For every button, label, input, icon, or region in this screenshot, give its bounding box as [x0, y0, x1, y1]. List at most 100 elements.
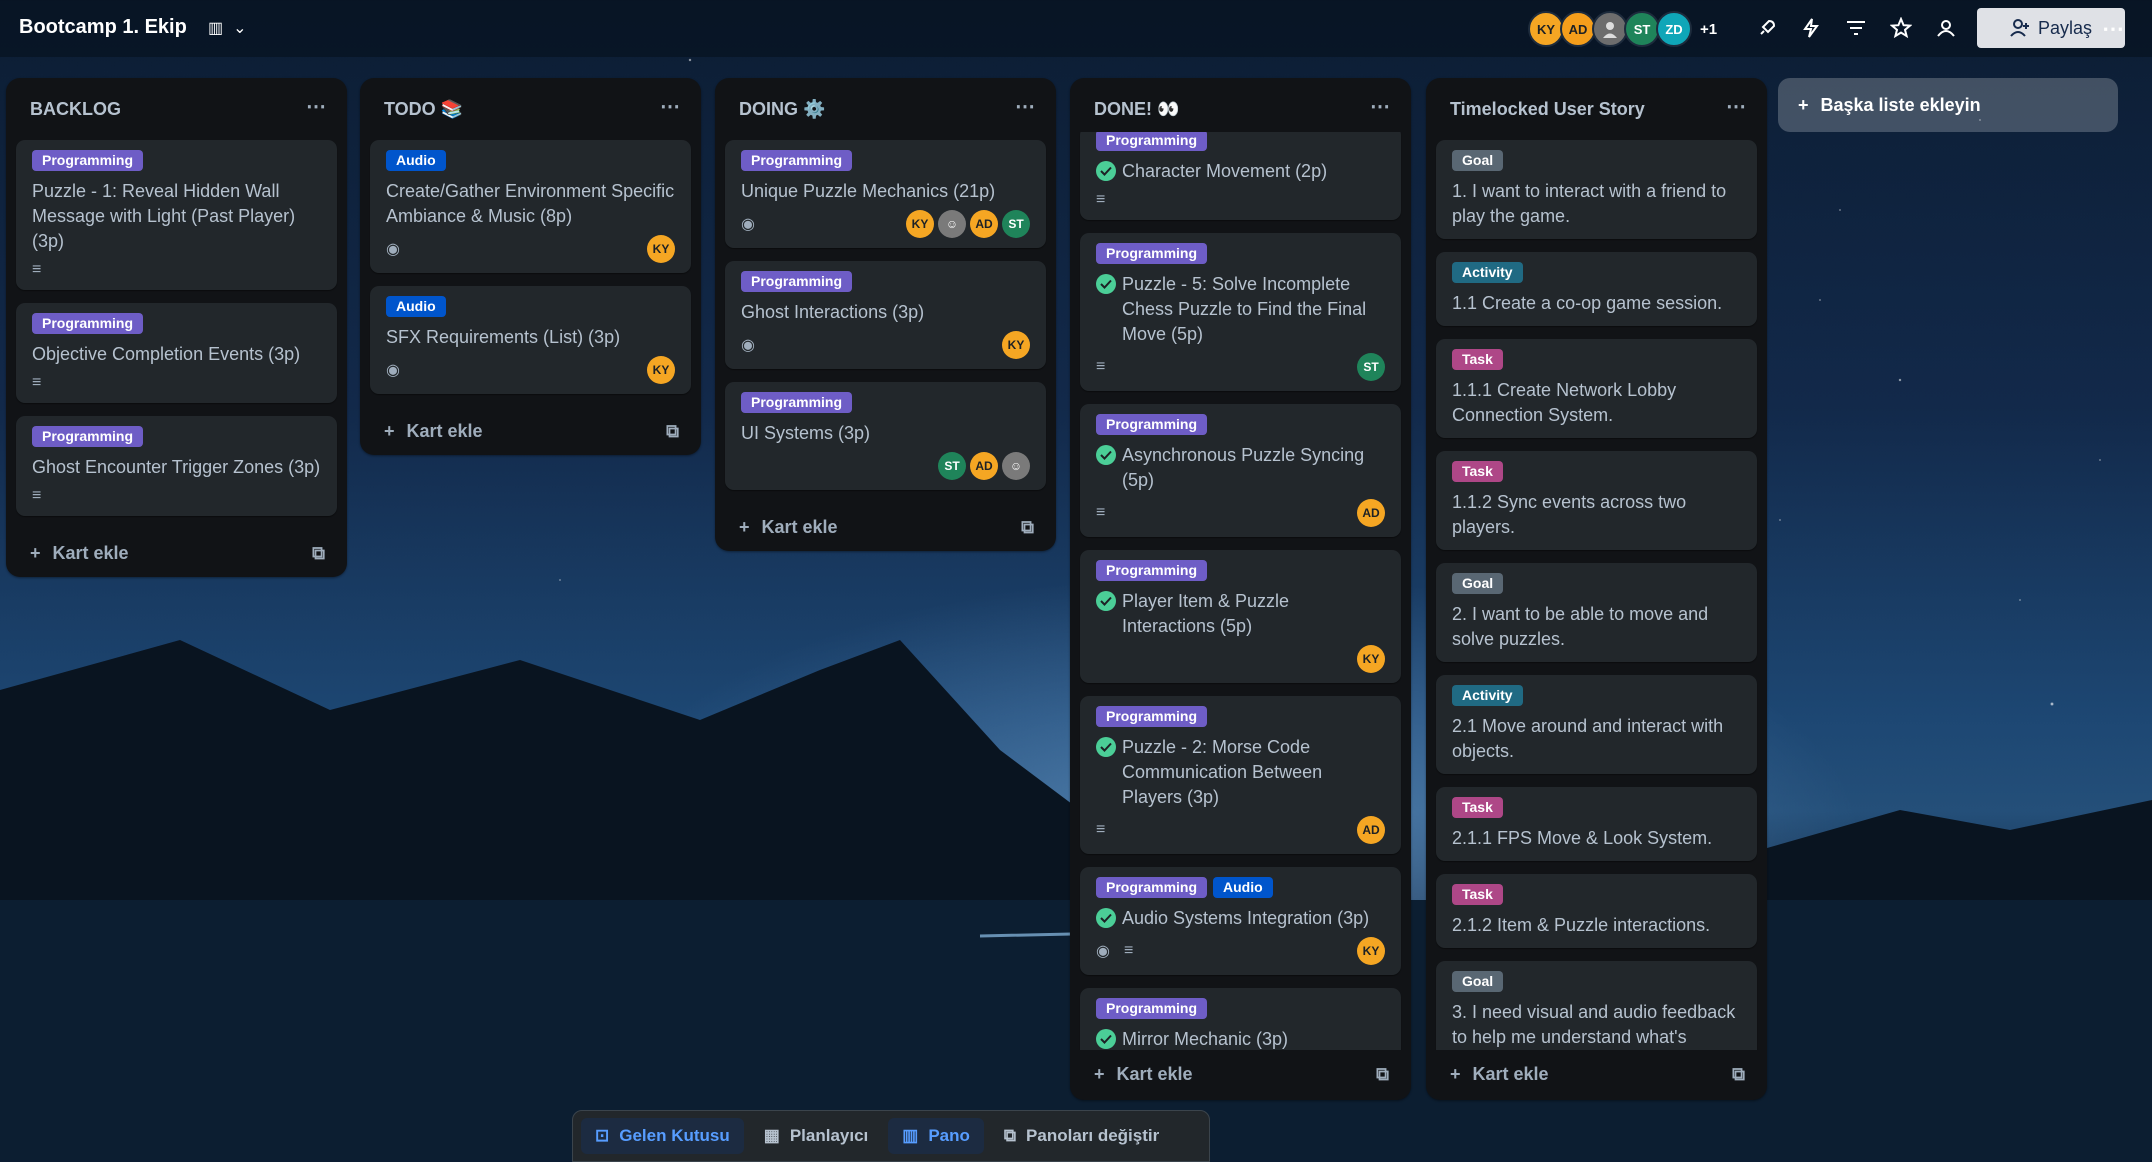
card-template-icon[interactable]: ⧉	[1732, 1064, 1745, 1085]
card-label: Programming	[32, 313, 144, 334]
list-title[interactable]: BACKLOG	[30, 99, 121, 120]
list-scroll-area[interactable]: Goal 1. I want to interact with a friend…	[1426, 140, 1767, 1050]
card[interactable]: Programming Ghost Interactions (3p) ◉ KY	[725, 261, 1046, 369]
list-menu-icon[interactable]: ⋯	[660, 94, 681, 119]
lightning-icon[interactable]	[1798, 15, 1824, 41]
card[interactable]: Programming Ghost Encounter Trigger Zone…	[16, 416, 337, 516]
list-title[interactable]: DOING ⚙️	[739, 99, 825, 120]
card[interactable]: Audio SFX Requirements (List) (3p) ◉ KY	[370, 286, 691, 394]
member-avatar[interactable]: KY	[1357, 937, 1385, 965]
list-title[interactable]: Timelocked User Story	[1450, 99, 1645, 120]
nav-planner[interactable]: ▦ Planlayıcı	[750, 1118, 883, 1154]
card[interactable]: Programming Puzzle - 1: Reveal Hidden Wa…	[16, 140, 337, 290]
board-members[interactable]: KY AD ST ZD +1	[1528, 11, 1717, 47]
card[interactable]: Audio Create/Gather Environment Specific…	[370, 140, 691, 273]
member-avatar[interactable]: KY	[1357, 645, 1385, 673]
list-title[interactable]: TODO 📚	[384, 99, 463, 120]
complete-check-icon[interactable]	[1096, 1029, 1116, 1049]
complete-check-icon[interactable]	[1096, 161, 1116, 181]
card[interactable]: Programming UI Systems (3p) ST AD ☺	[725, 382, 1046, 490]
more-members-count[interactable]: +1	[1700, 21, 1717, 38]
card-title: Puzzle - 2: Morse Code Communication Bet…	[1122, 737, 1323, 807]
star-icon[interactable]	[1888, 15, 1914, 41]
card[interactable]: Activity 1.1 Create a co-op game session…	[1436, 252, 1757, 326]
member-avatar[interactable]: AD	[970, 210, 998, 238]
list-title[interactable]: DONE! 👀	[1094, 99, 1179, 120]
add-card-button[interactable]: + Kart ekle ⧉	[6, 529, 347, 577]
card[interactable]: Programming Player Item & Puzzle Interac…	[1080, 550, 1401, 683]
visibility-icon[interactable]	[1933, 15, 1959, 41]
member-avatar[interactable]: ☺	[938, 210, 966, 238]
member-avatar[interactable]: ST	[1357, 353, 1385, 381]
card[interactable]: Activity 2.1 Move around and interact wi…	[1436, 675, 1757, 774]
card-template-icon[interactable]: ⧉	[666, 421, 679, 442]
card[interactable]: Programming Character Movement (2p) ≡	[1080, 132, 1401, 220]
add-card-label: Kart ekle	[406, 420, 483, 441]
add-list-button[interactable]: + Başka liste ekleyin	[1778, 78, 2118, 132]
member-avatar[interactable]: KY	[647, 235, 675, 263]
add-card-button[interactable]: + Kart ekle ⧉	[360, 407, 701, 455]
nav-board-label: Pano	[928, 1126, 970, 1145]
complete-check-icon[interactable]	[1096, 908, 1116, 928]
card-label: Programming	[32, 426, 144, 447]
card[interactable]: Programming Puzzle - 5: Solve Incomplete…	[1080, 233, 1401, 391]
card[interactable]: Task 2.1.2 Item & Puzzle interactions.	[1436, 874, 1757, 948]
member-avatar[interactable]: KY	[1528, 11, 1564, 47]
card[interactable]: Task 1.1.2 Sync events across two player…	[1436, 451, 1757, 550]
list-scroll-area[interactable]: Programming Character Movement (2p) ≡ Pr…	[1070, 132, 1411, 1050]
board-title[interactable]: Bootcamp 1. Ekip	[19, 16, 187, 39]
member-avatar[interactable]	[1592, 11, 1628, 47]
card-template-icon[interactable]: ⧉	[312, 543, 325, 564]
member-avatar[interactable]: AD	[1357, 499, 1385, 527]
list-menu-icon[interactable]: ⋯	[1726, 94, 1747, 119]
card[interactable]: Programming Puzzle - 2: Morse Code Commu…	[1080, 696, 1401, 854]
member-avatar[interactable]: KY	[647, 356, 675, 384]
nav-inbox[interactable]: ⊡ Gelen Kutusu	[581, 1118, 744, 1154]
card-label: Programming	[741, 271, 853, 292]
member-avatar[interactable]: ☺	[1002, 452, 1030, 480]
board-view-switcher[interactable]: ▥ ⌄	[208, 14, 268, 42]
complete-check-icon[interactable]	[1096, 737, 1116, 757]
member-avatar[interactable]: AD	[1357, 816, 1385, 844]
list-menu-icon[interactable]: ⋯	[1015, 94, 1036, 119]
filter-icon[interactable]	[1843, 15, 1869, 41]
add-card-button[interactable]: + Kart ekle ⧉	[1070, 1050, 1411, 1098]
card[interactable]: Goal 3. I need visual and audio feedback…	[1436, 961, 1757, 1050]
description-icon: ≡	[32, 261, 42, 278]
card[interactable]: Programming Audio Audio Systems Integrat…	[1080, 867, 1401, 975]
card[interactable]: Programming Mirror Mechanic (3p) ◉ AD KY	[1080, 988, 1401, 1050]
nav-board[interactable]: ▥ Pano	[888, 1118, 984, 1154]
member-avatar[interactable]: ST	[938, 452, 966, 480]
card[interactable]: Goal 2. I want to be able to move and so…	[1436, 563, 1757, 662]
card[interactable]: Goal 1. I want to interact with a friend…	[1436, 140, 1757, 239]
complete-check-icon[interactable]	[1096, 274, 1116, 294]
rocket-icon[interactable]	[1754, 15, 1780, 41]
plus-icon: +	[1798, 94, 1809, 115]
complete-check-icon[interactable]	[1096, 445, 1116, 465]
add-card-button[interactable]: + Kart ekle ⧉	[1426, 1050, 1767, 1098]
card[interactable]: Programming Objective Completion Events …	[16, 303, 337, 403]
complete-check-icon[interactable]	[1096, 591, 1116, 611]
nav-switch-boards[interactable]: ⧉ Panoları değiştir	[990, 1118, 1173, 1154]
card[interactable]: Task 2.1.1 FPS Move & Look System.	[1436, 787, 1757, 861]
card-template-icon[interactable]: ⧉	[1376, 1064, 1389, 1085]
member-avatar[interactable]: KY	[1002, 331, 1030, 359]
list-menu-icon[interactable]: ⋯	[1370, 94, 1391, 119]
board-menu-icon[interactable]: ⋯	[2102, 16, 2125, 42]
card-label: Activity	[1452, 685, 1523, 706]
member-avatar[interactable]: ST	[1002, 210, 1030, 238]
card[interactable]: Task 1.1.1 Create Network Lobby Connecti…	[1436, 339, 1757, 438]
member-avatar[interactable]: AD	[1560, 11, 1596, 47]
card[interactable]: Programming Asynchronous Puzzle Syncing …	[1080, 404, 1401, 537]
card-title: Player Item & Puzzle Interactions (5p)	[1122, 591, 1290, 636]
member-avatar[interactable]: AD	[970, 452, 998, 480]
watch-icon: ◉	[741, 216, 755, 233]
member-avatar[interactable]: ST	[1624, 11, 1660, 47]
card[interactable]: Programming Unique Puzzle Mechanics (21p…	[725, 140, 1046, 248]
member-avatar[interactable]: ZD	[1656, 11, 1692, 47]
plus-icon: +	[739, 516, 750, 537]
member-avatar[interactable]: KY	[906, 210, 934, 238]
add-card-button[interactable]: + Kart ekle ⧉	[715, 503, 1056, 551]
card-template-icon[interactable]: ⧉	[1021, 517, 1034, 538]
list-menu-icon[interactable]: ⋯	[306, 94, 327, 119]
